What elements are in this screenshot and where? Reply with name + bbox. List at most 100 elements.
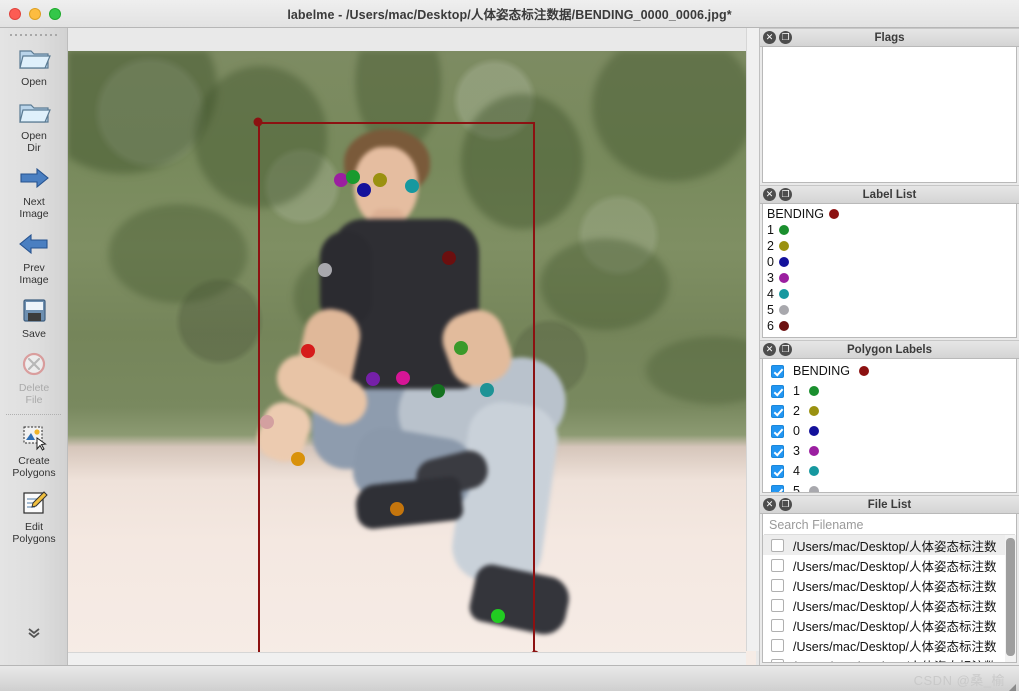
labelme-window: labelme - /Users/mac/Desktop/人体姿态标注数据/BE… [0,0,1019,691]
keypoint-1[interactable] [346,170,360,184]
polygon-label-checkbox[interactable] [771,444,784,458]
file-item-checkbox[interactable] [771,638,784,652]
label-list-item-label: 5 [767,303,774,317]
file-list-item[interactable]: /Users/mac/Desktop/人体姿态标注数 [763,635,1016,655]
delete-file-button[interactable]: Delete File [0,345,67,411]
keypoint-15[interactable] [390,502,404,516]
label-list-item-label: 4 [767,287,774,301]
save-button[interactable]: Save [0,291,67,345]
create-polygons-button[interactable]: Create Polygons [0,418,67,484]
image-canvas[interactable] [68,28,760,665]
canvas-vertical-scrollbar[interactable] [746,28,759,651]
keypoint-9[interactable] [366,372,380,386]
flags-close-icon[interactable]: ✕ [763,31,776,44]
toolbar-drag-handle[interactable] [0,30,67,39]
label-list-item[interactable]: 2 [763,238,1016,254]
polygon-label-item[interactable]: 1 [763,381,1016,401]
file-list-item[interactable]: /Users/mac/Desktop/人体姿态标注数 [763,595,1016,615]
keypoint-7[interactable] [301,344,315,358]
file-list-item[interactable]: /Users/mac/Desktop/人体姿态标注数 [763,655,1016,662]
file-list-close-icon[interactable]: ✕ [763,498,776,511]
minimize-window-button[interactable] [29,8,41,20]
polygon-label-item[interactable]: 2 [763,401,1016,421]
keypoint-16[interactable] [491,609,505,623]
label-list-float-icon[interactable]: ❐ [779,188,792,201]
label-list-item[interactable]: 3 [763,270,1016,286]
file-item-path: /Users/mac/Desktop/人体姿态标注数 [793,619,997,634]
label-color-swatch [778,257,789,267]
traffic-lights [9,0,61,28]
polygon-label-checkbox[interactable] [771,484,784,492]
label-list-item[interactable]: 0 [763,254,1016,270]
file-item-checkbox[interactable] [771,558,784,572]
status-bar: CSDN @桑_榆 [0,665,1019,691]
polygon-label-item[interactable]: 3 [763,441,1016,461]
file-list-item[interactable]: /Users/mac/Desktop/人体姿态标注数 [763,615,1016,635]
canvas-horizontal-scrollbar[interactable] [68,652,746,665]
keypoint-10[interactable] [396,371,410,385]
arrow-right-icon [17,163,51,193]
polygon-label-item[interactable]: 5 [763,481,1016,492]
polygon-label-item[interactable]: BENDING [763,361,1016,381]
label-list-item[interactable]: 4 [763,286,1016,302]
next-image-button[interactable]: Next Image [0,159,67,225]
polygon-labels-panel-title: Polygon Labels [847,343,932,356]
keypoint-8[interactable] [454,341,468,355]
keypoint-11[interactable] [431,384,445,398]
polygon-labels-float-icon[interactable]: ❐ [779,343,792,356]
keypoint-4[interactable] [405,179,419,193]
flags-panel-header: ✕ ❐ Flags [760,28,1019,47]
keypoint-13[interactable] [260,415,274,429]
file-item-checkbox[interactable] [771,618,784,632]
keypoint-14[interactable] [291,452,305,466]
toolbar-overflow-chevron-down-icon[interactable] [0,626,67,643]
file-item-checkbox[interactable] [771,658,784,662]
keypoint-12[interactable] [480,383,494,397]
polygon-label-color-swatch [808,386,819,396]
polygon-label-checkbox[interactable] [771,424,784,438]
edit-polygons-button[interactable]: Edit Polygons [0,484,67,550]
image-viewport[interactable] [68,51,756,665]
label-list-item[interactable]: 6 [763,318,1016,334]
file-list-rows[interactable]: /Users/mac/Desktop/人体姿态标注数/Users/mac/Des… [763,535,1016,662]
file-list-body[interactable]: Search Filename /Users/mac/Desktop/人体姿态标… [762,514,1017,663]
polygon-label-checkbox[interactable] [771,464,784,478]
open-button[interactable]: Open [0,39,67,93]
main-area: Open Open Dir Next Image Prev Image Save… [0,28,1019,665]
close-window-button[interactable] [9,8,21,20]
polygon-label-checkbox[interactable] [771,404,784,418]
label-list-item[interactable]: BENDING [763,206,1016,222]
polygon-label-checkbox[interactable] [771,364,784,378]
label-list-close-icon[interactable]: ✕ [763,188,776,201]
file-list-scrollbar-thumb[interactable] [1006,538,1015,656]
search-filename-input[interactable]: Search Filename [764,515,1015,535]
label-list-body[interactable]: BENDING 1 2 0 3 4 5 6 [762,204,1017,338]
polygon-labels-body[interactable]: BENDING 1 2 0 3 4 5 [762,359,1017,493]
polygon-label-item[interactable]: 4 [763,461,1016,481]
polygon-labels-close-icon[interactable]: ✕ [763,343,776,356]
file-item-checkbox[interactable] [771,538,784,552]
label-list-item[interactable]: 5 [763,302,1016,318]
open-dir-button[interactable]: Open Dir [0,93,67,159]
file-list-item[interactable]: /Users/mac/Desktop/人体姿态标注数 [763,535,1016,555]
resize-grip-icon[interactable] [1007,680,1017,691]
keypoint-6[interactable] [442,251,456,265]
keypoint-5[interactable] [318,263,332,277]
label-list-item[interactable]: 1 [763,222,1016,238]
file-item-checkbox[interactable] [771,578,784,592]
zoom-window-button[interactable] [49,8,61,20]
bbox-vertex[interactable] [253,117,263,127]
file-list-item[interactable]: /Users/mac/Desktop/人体姿态标注数 [763,575,1016,595]
keypoint-0[interactable] [357,183,371,197]
prev-image-button[interactable]: Prev Image [0,225,67,291]
polygon-label-checkbox[interactable] [771,384,784,398]
file-list-float-icon[interactable]: ❐ [779,498,792,511]
keypoint-2[interactable] [373,173,387,187]
label-color-swatch [778,305,789,315]
polygon-label-item[interactable]: 0 [763,421,1016,441]
flags-float-icon[interactable]: ❐ [779,31,792,44]
file-item-checkbox[interactable] [771,598,784,612]
left-toolbar: Open Open Dir Next Image Prev Image Save… [0,28,68,665]
file-list-item[interactable]: /Users/mac/Desktop/人体姿态标注数 [763,555,1016,575]
flags-panel-body[interactable] [762,47,1017,183]
